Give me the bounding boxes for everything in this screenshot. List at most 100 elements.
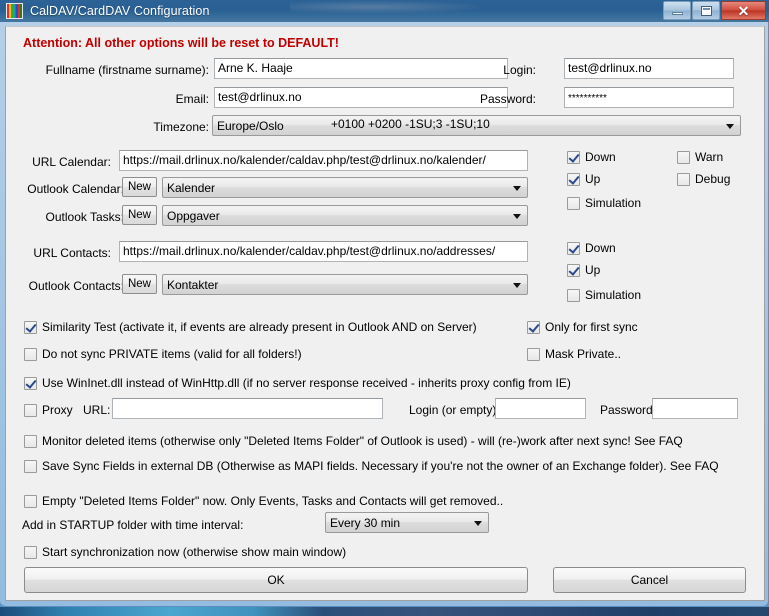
outlook-contacts-select[interactable]: Kontakter [162,274,528,295]
login-input[interactable]: test@drlinux.no [564,58,734,79]
checkbox-label: Empty "Deleted Items Folder" now. Only E… [42,494,504,508]
window-controls: ✕ [662,1,766,20]
checkbox-label: Simulation [585,288,642,302]
checkbox-box [527,320,540,334]
ok-button[interactable]: OK [24,567,528,593]
timezone-offsets: +0100 +0200 -1SU;3 -1SU;10 [331,117,490,131]
checkbox-label: Save Sync Fields in external DB (Otherwi… [42,459,719,473]
checkbox-box [527,347,540,361]
checkbox-label: Up [585,263,601,277]
outlook-calendar-select[interactable]: Kalender [162,177,528,198]
chevron-down-icon [474,521,482,526]
chevron-down-icon [513,186,521,191]
checkbox-box [567,172,580,186]
url-calendar-label: URL Calendar: [32,155,111,169]
save-sync-fields-checkbox[interactable]: Save Sync Fields in external DB (Otherwi… [24,459,719,473]
close-button[interactable]: ✕ [721,1,766,20]
contacts-simulation-checkbox[interactable]: Simulation [567,288,641,302]
checkbox-box [567,150,580,164]
fullname-label: Fullname (firstname surname): [45,63,209,77]
new-contacts-button[interactable]: New [122,274,157,294]
checkbox-label: Debug [695,172,731,186]
checkbox-box [24,347,37,361]
checkbox-label: Only for first sync [545,320,638,334]
checkbox-label: Down [585,150,616,164]
outlook-contacts-value: Kontakter [167,278,219,292]
outlook-calendar-label: Outlook Calendar: [27,182,124,196]
checkbox-label: Proxy [42,403,73,417]
calendar-down-checkbox[interactable]: Down [567,150,616,164]
url-calendar-input[interactable]: https://mail.drlinux.no/kalender/caldav.… [119,150,528,171]
maximize-icon [700,5,712,16]
calendar-warn-checkbox[interactable]: Warn [677,150,723,164]
checkbox-box [567,263,580,277]
chevron-down-icon [513,283,521,288]
checkbox-box [567,288,580,302]
checkbox-label: Similarity Test (activate it, if events … [42,320,477,334]
new-calendar-button[interactable]: New [122,177,157,197]
checkbox-box [567,196,580,210]
checkbox-box [567,241,580,255]
login-label: Login: [503,63,536,77]
similarity-test-checkbox[interactable]: Similarity Test (activate it, if events … [24,320,477,334]
calendar-simulation-checkbox[interactable]: Simulation [567,196,641,210]
outlook-tasks-value: Oppgaver [167,209,220,223]
checkbox-label: Simulation [585,196,642,210]
checkbox-label: Down [585,241,616,255]
url-contacts-label: URL Contacts: [33,246,111,260]
startup-interval-label: Add in STARTUP folder with time interval… [22,518,244,532]
no-private-items-checkbox[interactable]: Do not sync PRIVATE items (valid for all… [24,347,302,361]
checkbox-box [24,320,37,334]
rainbow-stripes-icon [6,3,23,19]
maximize-button[interactable] [692,1,720,20]
contacts-down-checkbox[interactable]: Down [567,241,616,255]
only-first-sync-checkbox[interactable]: Only for first sync [527,320,638,334]
timezone-value: Europe/Oslo [217,119,284,133]
monitor-deleted-items-checkbox[interactable]: Monitor deleted items (otherwise only "D… [24,434,683,448]
checkbox-label: Do not sync PRIVATE items (valid for all… [42,347,302,361]
proxy-url-input[interactable] [112,398,383,419]
desktop-background: CalDAV/CardDAV Configuration ✕ Attention… [0,0,769,616]
checkbox-box [24,545,37,559]
cancel-button[interactable]: Cancel [553,567,746,593]
calendar-up-checkbox[interactable]: Up [567,172,600,186]
checkbox-label: Start synchronization now (otherwise sho… [42,545,347,559]
minimize-button[interactable] [663,1,691,20]
checkbox-box [677,150,690,164]
chevron-down-icon [726,124,734,129]
window-titlebar[interactable]: CalDAV/CardDAV Configuration ✕ [0,0,769,22]
proxy-password-input[interactable] [652,398,738,419]
checkbox-label: Warn [695,150,724,164]
mask-private-checkbox[interactable]: Mask Private.. [527,347,621,361]
password-input[interactable]: ********** [564,87,734,108]
contacts-up-checkbox[interactable]: Up [567,263,600,277]
empty-deleted-folder-checkbox[interactable]: Empty "Deleted Items Folder" now. Only E… [24,494,503,508]
proxy-checkbox[interactable]: Proxy [24,403,73,417]
timezone-label: Timezone: [153,120,209,134]
startup-interval-select[interactable]: Every 30 min [325,512,489,533]
proxy-url-label: URL: [83,403,111,417]
checkbox-label: Use WinInet.dll instead of WinHttp.dll (… [42,376,571,390]
close-icon: ✕ [737,2,750,19]
outlook-tasks-label: Outlook Tasks: [45,210,124,224]
minimize-icon [671,12,683,15]
checkbox-box [24,494,37,508]
caldav-config-window: CalDAV/CardDAV Configuration ✕ Attention… [0,0,769,607]
startup-interval-value: Every 30 min [330,516,401,530]
checkbox-box [24,434,37,448]
new-tasks-button[interactable]: New [122,205,157,225]
checkbox-label: Up [585,172,601,186]
outlook-contacts-label: Outlook Contacts: [28,279,124,293]
use-wininet-checkbox[interactable]: Use WinInet.dll instead of WinHttp.dll (… [24,376,571,390]
start-sync-now-checkbox[interactable]: Start synchronization now (otherwise sho… [24,545,346,559]
checkbox-label: Mask Private.. [545,347,622,361]
timezone-select[interactable]: Europe/Oslo +0100 +0200 -1SU;3 -1SU;10 [212,115,741,136]
proxy-password-label: Password: [600,403,657,417]
password-label: Password: [479,92,536,106]
checkbox-box [24,403,37,417]
calendar-debug-checkbox[interactable]: Debug [677,172,730,186]
checkbox-label: Monitor deleted items (otherwise only "D… [42,434,683,448]
url-contacts-input[interactable]: https://mail.drlinux.no/kalender/caldav.… [119,241,528,262]
proxy-login-input[interactable] [495,398,586,419]
outlook-tasks-select[interactable]: Oppgaver [162,205,528,226]
